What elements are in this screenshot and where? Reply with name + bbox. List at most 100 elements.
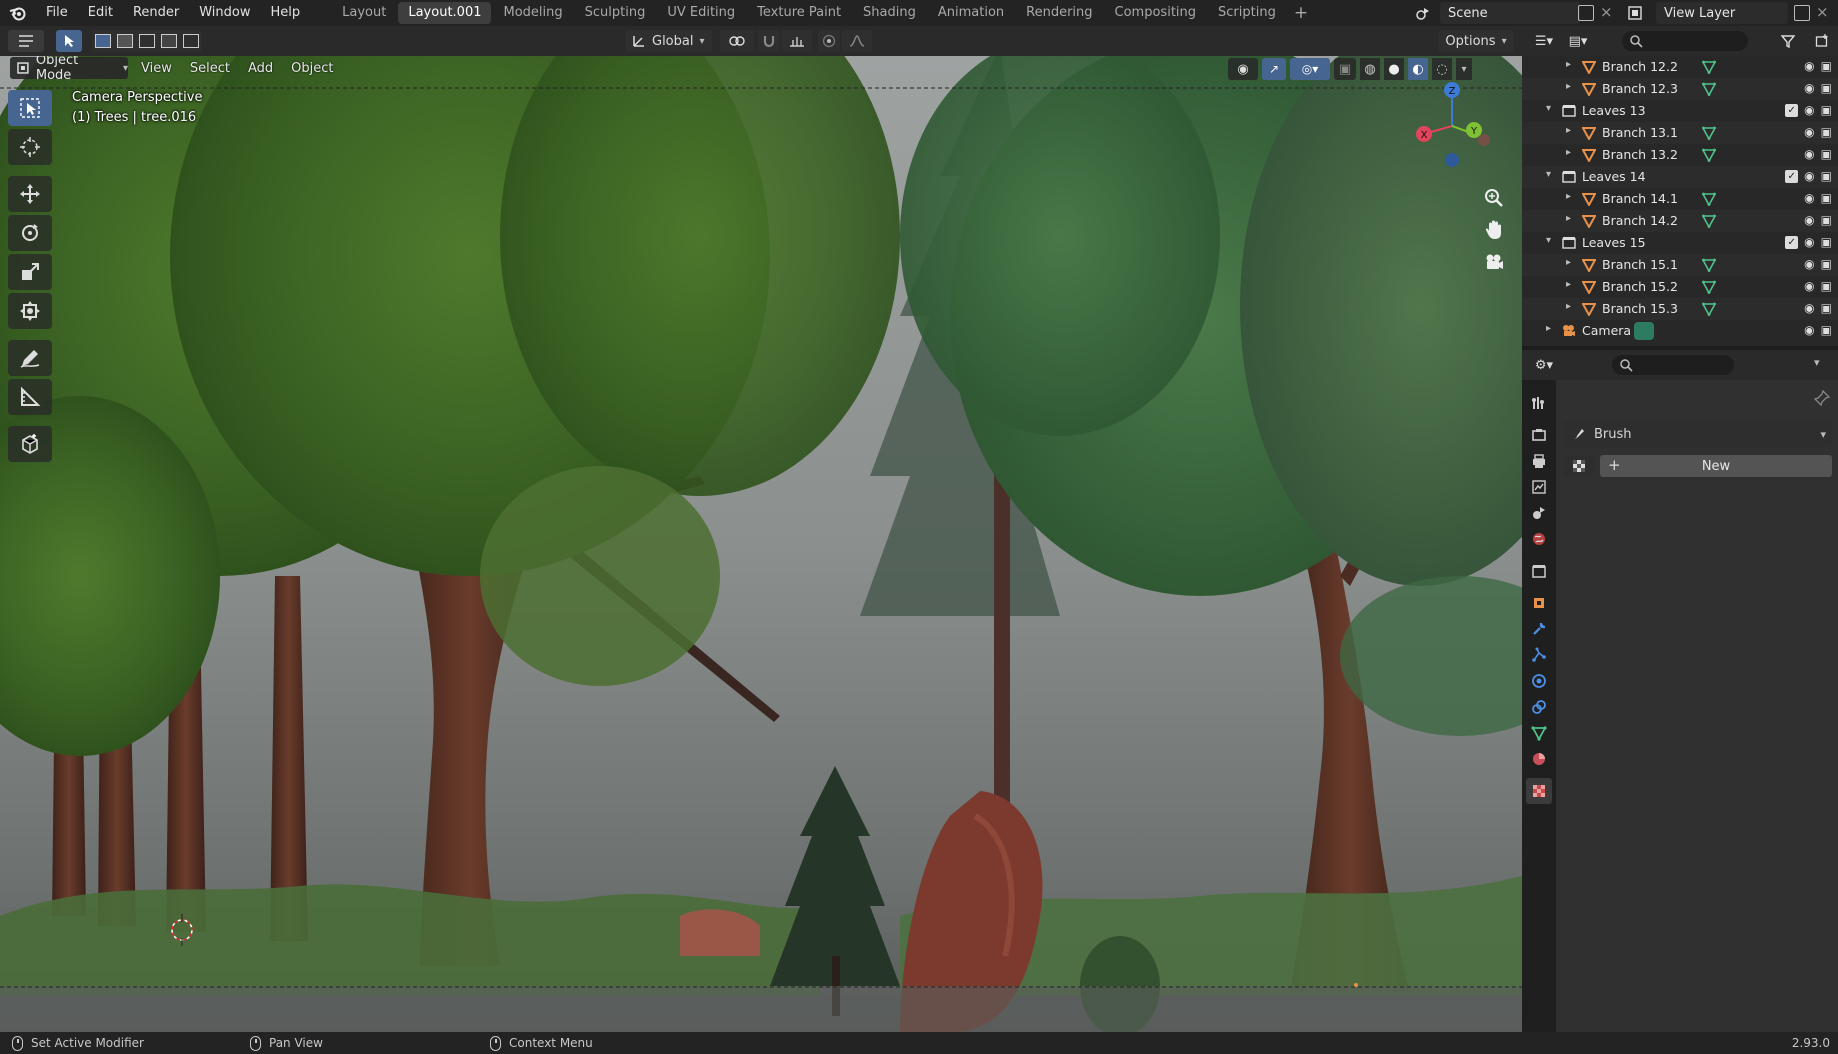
visibility-eye-icon[interactable]: ◉ — [1804, 323, 1814, 337]
collapse-arrow-icon[interactable]: ▸ — [1566, 191, 1571, 202]
menu-render[interactable]: Render — [123, 0, 189, 26]
camera-view-icon[interactable] — [1480, 248, 1508, 276]
mesh-data-icon[interactable] — [1702, 82, 1716, 96]
new-collection-icon[interactable] — [1812, 31, 1832, 51]
snap-toggle[interactable] — [758, 30, 780, 52]
new-texture-button[interactable]: + New — [1600, 455, 1832, 477]
3d-viewport[interactable]: Object Mode ▾ View Select Add Object Cam… — [0, 56, 1522, 1032]
collapse-arrow-icon[interactable]: ▸ — [1546, 323, 1551, 334]
mode-dropdown[interactable]: Object Mode ▾ — [10, 56, 128, 83]
view-layer-icon[interactable] — [1626, 4, 1644, 22]
modifier-wrench-icon[interactable] — [1526, 616, 1552, 642]
texture-browse-icon[interactable] — [1564, 455, 1594, 477]
outliner-item-label[interactable]: Branch 12.3 — [1602, 81, 1678, 96]
outliner-row[interactable]: ▸ Branch 14.1 ◉ ▣ — [1522, 188, 1838, 210]
outliner-row[interactable]: ▾ Leaves 14 ✓ ◉ ▣ — [1522, 166, 1838, 188]
expand-arrow-icon[interactable]: ▾ — [1546, 169, 1551, 180]
properties-editor-type-icon[interactable]: ⚙▾ — [1530, 355, 1558, 375]
expand-arrow-icon[interactable]: ▾ — [1546, 103, 1551, 114]
scene-selector[interactable]: Scene — [1440, 2, 1580, 24]
outliner-editor-type-icon[interactable]: ☰▾ — [1530, 31, 1558, 51]
pivot-point-dropdown[interactable] — [720, 30, 754, 52]
blender-logo-icon[interactable] — [0, 0, 36, 26]
mesh-data-icon[interactable] — [1702, 258, 1716, 272]
render-camera-icon[interactable]: ▣ — [1821, 147, 1832, 161]
mesh-data-icon[interactable] — [1702, 280, 1716, 294]
mesh-data-icon[interactable] — [1702, 148, 1716, 162]
visibility-eye-icon[interactable]: ◉ — [1804, 125, 1814, 139]
shading-rendered-icon[interactable]: ◌ — [1432, 58, 1452, 80]
render-camera-icon[interactable]: ▣ — [1821, 125, 1832, 139]
tool-select-box[interactable] — [8, 90, 52, 126]
collapse-arrow-icon[interactable]: ▸ — [1566, 301, 1571, 312]
tool-annotate[interactable] — [8, 340, 52, 376]
tool-scale[interactable] — [8, 254, 52, 290]
select-invert-icon[interactable] — [161, 34, 177, 48]
render-camera-icon[interactable]: ▣ — [1821, 81, 1832, 95]
outliner-item-label[interactable]: Camera — [1582, 323, 1631, 338]
outliner-row[interactable]: ▸ Branch 12.3 ◉ ▣ — [1522, 78, 1838, 100]
tool-rotate[interactable] — [8, 215, 52, 251]
render-camera-icon[interactable]: ▣ — [1821, 235, 1832, 249]
outliner-item-label[interactable]: Leaves 14 — [1582, 169, 1646, 184]
data-tab-icon[interactable] — [1526, 720, 1552, 746]
tool-transform[interactable] — [8, 293, 52, 329]
properties-search-field[interactable] — [1612, 355, 1734, 375]
visibility-eye-icon[interactable]: ◉ — [1804, 257, 1814, 271]
brush-texture-selector[interactable]: Brush ▾ — [1564, 421, 1832, 447]
collapse-arrow-icon[interactable]: ▸ — [1566, 147, 1571, 158]
outliner-row[interactable]: ▸ Branch 14.2 ◉ ▣ — [1522, 210, 1838, 232]
xray-toggle-icon[interactable]: ▣ — [1334, 58, 1356, 80]
proportional-edit-toggle[interactable] — [818, 30, 840, 52]
menu-add[interactable]: Add — [239, 61, 282, 76]
collapse-arrow-icon[interactable]: ▸ — [1566, 59, 1571, 70]
camera-data-icon[interactable] — [1634, 322, 1654, 340]
options-dropdown[interactable]: Options ▾ — [1438, 30, 1514, 52]
tab-texture-paint[interactable]: Texture Paint — [747, 2, 851, 24]
render-camera-icon[interactable]: ▣ — [1821, 301, 1832, 315]
mesh-data-icon[interactable] — [1702, 126, 1716, 140]
outliner-item-label[interactable]: Branch 13.1 — [1602, 125, 1678, 140]
transform-orientation-dropdown[interactable]: Global ▾ — [626, 30, 712, 52]
output-tab-icon[interactable] — [1526, 448, 1552, 474]
tool-settings-tab-icon[interactable] — [1526, 390, 1552, 416]
new-view-layer-icon[interactable] — [1794, 5, 1810, 21]
outliner-row[interactable]: ▸ Branch 15.1 ◉ ▣ — [1522, 254, 1838, 276]
scene-type-icon[interactable] — [1410, 3, 1436, 23]
material-tab-icon[interactable] — [1526, 746, 1552, 772]
outliner-row[interactable]: ▸ Branch 12.2 ◉ ▣ — [1522, 56, 1838, 78]
menu-select[interactable]: Select — [181, 61, 239, 76]
exclude-checkbox[interactable]: ✓ — [1785, 104, 1799, 117]
new-scene-icon[interactable] — [1578, 5, 1594, 21]
constraints-tab-icon[interactable] — [1526, 694, 1552, 720]
render-camera-icon[interactable]: ▣ — [1821, 257, 1832, 271]
outliner-row[interactable]: ▸ Branch 13.2 ◉ ▣ — [1522, 144, 1838, 166]
render-camera-icon[interactable]: ▣ — [1821, 103, 1832, 117]
collapse-arrow-icon[interactable]: ▸ — [1566, 279, 1571, 290]
menu-file[interactable]: File — [36, 0, 78, 26]
tab-scripting[interactable]: Scripting — [1208, 2, 1286, 24]
particles-tab-icon[interactable] — [1526, 642, 1552, 668]
filter-funnel-icon[interactable] — [1774, 31, 1802, 51]
collapse-arrow-icon[interactable]: ▸ — [1566, 257, 1571, 268]
tool-measure[interactable] — [8, 379, 52, 415]
outliner-row[interactable]: ▸ Branch 15.3 ◉ ▣ — [1522, 298, 1838, 320]
outliner-row[interactable]: ▸ Camera ◉ ▣ — [1522, 320, 1838, 342]
tool-add-cube[interactable] — [8, 426, 52, 462]
world-tab-icon[interactable] — [1526, 526, 1552, 552]
outliner-item-label[interactable]: Leaves 15 — [1582, 235, 1646, 250]
menu-edit[interactable]: Edit — [78, 0, 123, 26]
mesh-data-icon[interactable] — [1702, 302, 1716, 316]
tab-layout[interactable]: Layout — [332, 2, 396, 24]
select-mode-group[interactable] — [92, 30, 202, 52]
tab-sculpting[interactable]: Sculpting — [575, 2, 656, 24]
navigation-gizmo[interactable]: Z X Y — [1410, 78, 1494, 168]
visibility-eye-icon[interactable]: ◉ — [1228, 58, 1258, 80]
visibility-eye-icon[interactable]: ◉ — [1804, 279, 1814, 293]
scene-tab-icon[interactable] — [1526, 500, 1552, 526]
object-tab-icon[interactable] — [1526, 590, 1552, 616]
falloff-dropdown[interactable] — [842, 30, 872, 52]
view-layer-selector[interactable]: View Layer — [1656, 2, 1788, 24]
menu-object[interactable]: Object — [282, 61, 342, 76]
pan-hand-icon[interactable] — [1480, 216, 1508, 244]
